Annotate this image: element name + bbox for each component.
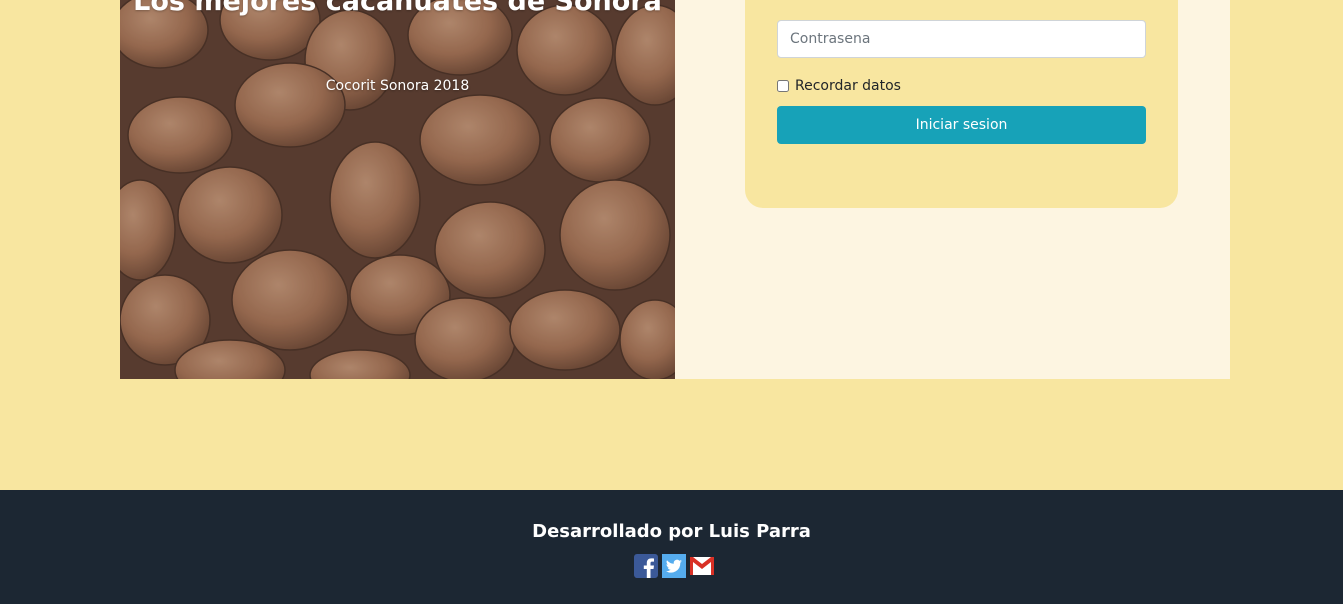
hero-title: Los mejores cacahuates de Sonora <box>133 0 662 17</box>
remember-row[interactable]: Recordar datos <box>777 76 901 96</box>
login-panel: Recordar datos Iniciar sesion <box>675 0 1230 379</box>
facebook-icon[interactable] <box>634 554 658 578</box>
remember-checkbox[interactable] <box>777 80 789 92</box>
password-input[interactable] <box>777 20 1146 58</box>
login-button[interactable]: Iniciar sesion <box>777 106 1146 144</box>
gmail-icon[interactable] <box>690 554 714 578</box>
hero-banner: Los mejores cacahuates de Sonora Cocorit… <box>120 0 675 379</box>
page: Los mejores cacahuates de Sonora Cocorit… <box>0 0 1343 604</box>
social-links <box>634 554 714 578</box>
login-card: Recordar datos Iniciar sesion <box>745 0 1178 208</box>
remember-label: Recordar datos <box>795 78 901 94</box>
hero-overlay <box>120 0 675 379</box>
twitter-icon[interactable] <box>662 554 686 578</box>
hero-subtitle: Cocorit Sonora 2018 <box>325 78 470 94</box>
footer: Desarrollado por Luis Parra <box>0 490 1343 604</box>
footer-credit: Desarrollado por Luis Parra <box>532 521 811 542</box>
